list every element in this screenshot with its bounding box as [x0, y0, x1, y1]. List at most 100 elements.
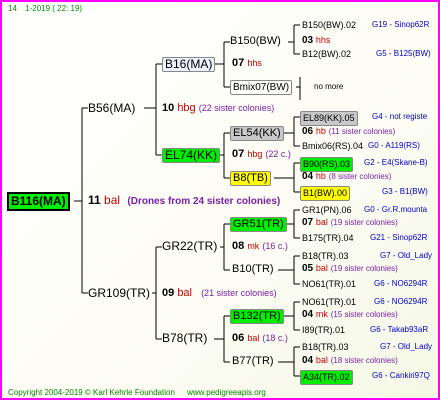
gen2-b78-note: (18 c.) — [262, 333, 288, 343]
footer-url[interactable]: www.pedigreeapis.org — [187, 388, 266, 397]
gen3-b77-num: 04 — [302, 355, 314, 366]
root-info-unit: bal — [104, 193, 121, 207]
gen2-el74-info: 07 hbg (22 c.) — [232, 149, 291, 160]
header-stamp: 14 1-2019 ( 22: 19) — [8, 5, 82, 13]
gen4-info-11: G6 - Takab93aR — [370, 325, 429, 334]
gen4-name-6[interactable]: GR1(PN).06 — [302, 204, 352, 217]
gen3-bmix07[interactable]: Bmix07(BW) — [230, 80, 293, 95]
gen3-gr51-num: 07 — [302, 217, 314, 228]
gen2-el74[interactable]: EL74(KK) — [162, 148, 221, 163]
gen1-upper-unit: hbg — [177, 102, 196, 114]
gen3-b10[interactable]: B10(TR) — [232, 263, 274, 276]
gen4-name-9[interactable]: NO61(TR).01 — [302, 278, 356, 291]
gen4-name-10[interactable]: NO61(TR).01 — [302, 296, 356, 309]
gen3-b10-info: 05 bal (19 sister colonies) — [302, 264, 398, 274]
gen2-el74-unit: hbg — [247, 149, 263, 159]
gen2-b16-unit: hhs — [247, 58, 262, 68]
gen4-info-2: G4 - not registe — [372, 112, 428, 121]
gen1-lower-num: 09 — [162, 287, 175, 299]
gen4-name-0[interactable]: B150(BW).02 — [302, 19, 356, 32]
gen4-info-3: G0 - A119(RS) — [368, 141, 420, 150]
gen4-info-4: G2 - E4(Skane-B) — [364, 158, 428, 167]
gen2-b16-num: 07 — [232, 57, 245, 69]
gen1-lower-note: (21 sister colonies) — [201, 288, 277, 298]
gen3-gr51-unit: bal — [315, 217, 328, 227]
header-index: 14 — [8, 4, 17, 13]
gen3-el54-unit: hb — [315, 126, 326, 136]
gen3-b8-num: 04 — [302, 171, 314, 182]
gen3-el54-note: (11 sister colonies) — [328, 127, 396, 136]
gen4-info-8: G7 - Old_Lady — [380, 251, 433, 260]
gen2-b78-unit: bal — [247, 333, 260, 343]
gen3-b150-info: 03 hhs — [302, 36, 330, 46]
root-queen[interactable]: B116(MA) — [7, 192, 70, 211]
gen1-lower-unit: bal — [177, 287, 192, 299]
gen1-upper-info: 10 hbg (22 sister colonies) — [162, 103, 274, 114]
gen4-name-12[interactable]: B18(TR).03 — [302, 341, 349, 354]
gen4-info-6: G0 - Gr.R.mounta — [364, 205, 428, 214]
gen2-gr22-info: 08 mk (16 c.) — [232, 241, 288, 252]
gen3-b77-unit: bal — [315, 355, 328, 365]
gen3-gr51-note: (19 sister colonies) — [330, 218, 398, 227]
gen3-b150-num: 03 — [302, 35, 314, 46]
gen2-b16[interactable]: B16(MA) — [162, 57, 216, 72]
gen3-b77[interactable]: B77(TR) — [232, 355, 274, 368]
root-info: 11 bal (Drones from 24 sister colonies) — [88, 194, 280, 207]
gen3-el54[interactable]: EL54(KK) — [230, 126, 284, 141]
gen3-b8[interactable]: B8(TB) — [230, 171, 271, 186]
gen2-gr22[interactable]: GR22(TR) — [162, 240, 217, 253]
gen4-name-2[interactable]: EL89(KK).05 — [300, 111, 358, 126]
header-date: 1-2019 — [25, 4, 51, 13]
gen3-b10-note: (19 sister colonies) — [330, 264, 398, 273]
footer-copyright: Copyright 2004-2019 © Karl Kehrle Founda… — [8, 388, 175, 397]
gen4-name-1[interactable]: B12(BW).02 — [302, 48, 351, 61]
gen3-b132-unit: mk — [315, 309, 328, 319]
gen3-b10-num: 05 — [302, 263, 314, 274]
gen2-b78-num: 06 — [232, 332, 245, 344]
gen3-bmix07-note: no more — [314, 82, 344, 91]
gen2-gr22-unit: mk — [247, 241, 260, 251]
gen4-name-8[interactable]: B18(TR).03 — [302, 250, 349, 263]
root-info-num: 11 — [88, 193, 101, 207]
gen4-name-5[interactable]: B1(BW).00 — [300, 186, 351, 201]
gen3-b132-note: (15 sister colonies) — [330, 310, 398, 319]
gen3-b8-unit: hb — [315, 171, 326, 181]
gen2-b78-info: 06 bal (18 c.) — [232, 333, 288, 344]
gen4-name-3[interactable]: Bmix06(RS).04 — [302, 140, 363, 153]
gen2-gr22-note: (16 c.) — [262, 241, 288, 251]
gen3-b150-unit: hhs — [315, 35, 331, 45]
gen4-info-0: G19 - Sinop62R — [372, 20, 430, 29]
gen4-info-5: G3 - B1(BW) — [382, 187, 428, 196]
gen4-info-12: G7 - Old_Lady — [380, 342, 433, 351]
gen3-b132-info: 04 mk (15 sister colonies) — [302, 310, 398, 320]
gen3-el54-num: 06 — [302, 126, 314, 137]
gen1-upper-num: 10 — [162, 102, 175, 114]
gen4-name-11[interactable]: I89(TR).01 — [302, 324, 345, 337]
gen4-info-10: G6 - NO6294R — [374, 297, 428, 306]
gen3-gr51[interactable]: GR51(TR) — [230, 217, 287, 232]
gen4-name-13[interactable]: A34(TR).02 — [300, 370, 353, 385]
gen4-name-7[interactable]: B175(TR).04 — [302, 232, 354, 245]
gen3-b10-unit: bal — [315, 263, 328, 273]
gen4-info-13: G6 - Cankiri97Q — [372, 371, 430, 380]
gen3-b8-note: (8 sister colonies) — [328, 172, 392, 181]
gen3-el54-info: 06 hb (11 sister colonies) — [302, 127, 395, 137]
gen1-lower-info: 09 bal (21 sister colonies) — [162, 288, 277, 299]
gen3-gr51-info: 07 bal (19 sister colonies) — [302, 218, 398, 228]
gen1-upper-queen[interactable]: B56(MA) — [88, 102, 135, 115]
header-time: ( 22: 19) — [52, 4, 83, 13]
gen3-b8-info: 04 hb (8 sister colonies) — [302, 172, 391, 182]
gen2-b16-info: 07 hhs — [232, 58, 262, 69]
gen3-b150[interactable]: B150(BW) — [230, 35, 281, 48]
gen1-upper-note: (22 sister colonies) — [198, 103, 275, 113]
gen3-b132[interactable]: B132(TR) — [230, 309, 284, 324]
gen2-el74-note: (22 c.) — [265, 149, 291, 159]
gen1-lower-queen[interactable]: GR109(TR) — [88, 287, 150, 300]
gen2-gr22-num: 08 — [232, 240, 245, 252]
gen4-info-1: G5 - B125(BW) — [376, 49, 431, 58]
gen2-el74-num: 07 — [232, 148, 245, 160]
gen4-name-4[interactable]: B90(RS).03 — [300, 157, 354, 172]
gen2-b78[interactable]: B78(TR) — [162, 332, 207, 345]
gen3-b77-info: 04 bal (18 sister colonies) — [302, 356, 398, 366]
gen4-info-9: G6 - NO6294R — [374, 279, 428, 288]
